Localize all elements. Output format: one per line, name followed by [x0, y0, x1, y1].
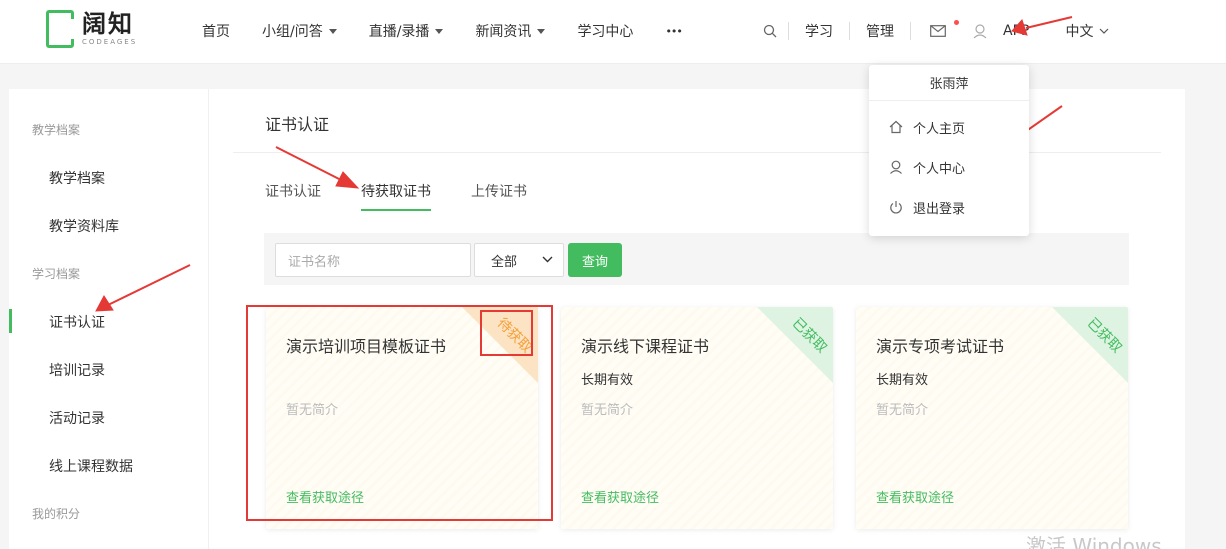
status-select[interactable]: 全部: [474, 243, 564, 277]
manage-link[interactable]: 管理: [850, 21, 910, 41]
sidebar-item-certificates[interactable]: 证书认证: [49, 312, 105, 332]
sidebar-item-activity-records[interactable]: 活动记录: [49, 408, 105, 428]
nav-more[interactable]: •••: [649, 0, 697, 62]
search-bar: 证书名称 全部 查询: [264, 233, 1129, 285]
nav-home[interactable]: 首页: [186, 0, 246, 62]
caret-down-icon: [435, 28, 444, 34]
nav-news[interactable]: 新闻资讯: [459, 0, 561, 62]
sidebar: 教学档案 教学档案 教学资料库 学习档案 证书认证 培训记录 活动记录 线上课程…: [9, 89, 209, 549]
user-icon: [973, 23, 987, 38]
windows-activation-watermark: 激活 Windows: [1026, 534, 1162, 549]
logo[interactable]: 阔知 CODEAGES: [46, 10, 137, 52]
sidebar-item-training-records[interactable]: 培训记录: [49, 360, 105, 380]
chevron-down-icon: [1100, 28, 1109, 34]
logo-icon: [46, 10, 74, 48]
right-nav: 学习 管理 APP 中文: [752, 0, 1109, 62]
sidebar-group-teaching: 教学档案: [32, 123, 81, 137]
nav-study-center[interactable]: 学习中心: [561, 0, 649, 62]
card-description: 暂无简介: [581, 403, 634, 418]
sidebar-item-teaching-archive[interactable]: 教学档案: [49, 168, 105, 188]
annotation-highlight-box: [480, 310, 533, 356]
card-title: 演示线下课程证书: [581, 337, 710, 356]
logo-cn-text: 阔知: [82, 10, 134, 38]
menu-item-profile[interactable]: 个人主页: [869, 107, 1029, 147]
menu-item-logout[interactable]: 退出登录: [869, 187, 1029, 227]
mail-icon: [930, 25, 946, 37]
view-acquisition-link[interactable]: 查看获取途径: [581, 487, 659, 506]
tab-upload-certificate[interactable]: 上传证书: [471, 181, 527, 211]
card-validity: 长期有效: [876, 373, 929, 388]
notification-dot: [954, 20, 959, 25]
sidebar-item-online-course-data[interactable]: 线上课程数据: [49, 456, 133, 476]
sidebar-item-teaching-library[interactable]: 教学资料库: [49, 216, 119, 236]
active-indicator: [9, 309, 12, 333]
certificate-card[interactable]: 已获取 演示专项考试证书 长期有效 暂无简介 查看获取途径: [856, 307, 1128, 529]
nav-groups[interactable]: 小组/问答: [246, 0, 353, 62]
chevron-down-icon: [542, 256, 553, 263]
user-dropdown-menu: 张雨萍 个人主页 个人中心 退出登录: [869, 65, 1029, 236]
sidebar-group-learning: 学习档案: [32, 267, 81, 281]
caret-down-icon: [537, 28, 546, 34]
page-title: 证书认证: [265, 115, 330, 134]
search-button[interactable]: [752, 0, 788, 62]
card-validity: 长期有效: [581, 373, 634, 388]
caret-down-icon: [328, 28, 337, 34]
tab-certificate-auth[interactable]: 证书认证: [265, 181, 321, 211]
nav-live[interactable]: 直播/录播: [353, 0, 460, 62]
top-header: 阔知 CODEAGES 首页 小组/问答 直播/录播 新闻资讯 学习中心 •••…: [0, 0, 1226, 64]
logo-en-text: CODEAGES: [82, 38, 138, 46]
certificate-name-input[interactable]: 证书名称: [275, 243, 471, 277]
language-select[interactable]: 中文: [1065, 21, 1109, 41]
user-menu-button[interactable]: [965, 0, 995, 62]
search-icon: [763, 24, 777, 38]
power-icon: [890, 201, 902, 214]
certificate-card[interactable]: 已获取 演示线下课程证书 长期有效 暂无简介 查看获取途径: [561, 307, 833, 529]
card-title: 演示专项考试证书: [876, 337, 1005, 356]
view-acquisition-link[interactable]: 查看获取途径: [876, 487, 954, 506]
dropdown-user-name: 张雨萍: [869, 65, 1029, 101]
menu-item-personal-center[interactable]: 个人中心: [869, 147, 1029, 187]
sidebar-group-points: 我的积分: [32, 507, 81, 521]
query-button[interactable]: 查询: [568, 243, 622, 277]
messages-button[interactable]: [911, 0, 965, 62]
app-link[interactable]: APP: [995, 23, 1065, 39]
tab-pending-certificates[interactable]: 待获取证书: [361, 181, 431, 211]
main-nav: 首页 小组/问答 直播/录播 新闻资讯 学习中心 •••: [186, 0, 698, 62]
home-icon: [889, 120, 903, 134]
study-link[interactable]: 学习: [789, 21, 849, 41]
tabs: 证书认证 待获取证书 上传证书: [265, 181, 567, 211]
user-icon: [890, 160, 902, 174]
card-description: 暂无简介: [876, 403, 929, 418]
